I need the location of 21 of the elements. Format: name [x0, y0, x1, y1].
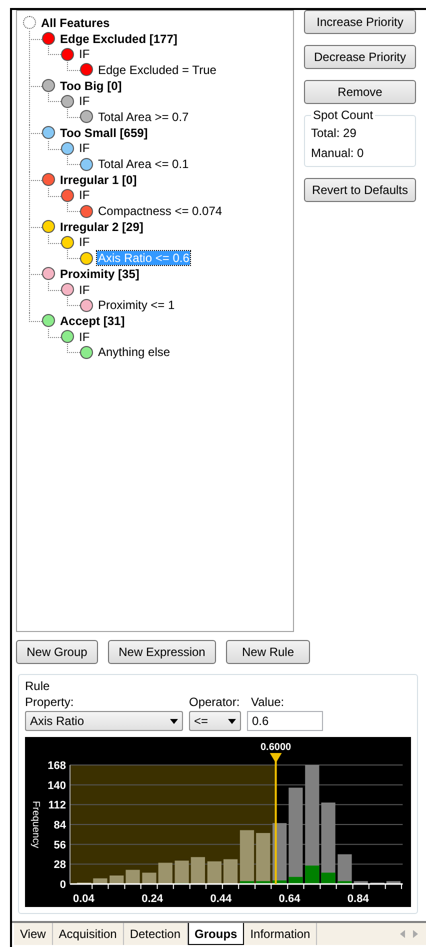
y-tick-label: 168 — [48, 760, 66, 772]
count-label: Total: 29 — [311, 126, 358, 140]
threshold-label: 0.6000 — [260, 742, 292, 753]
x-tick-label: 0.24 — [142, 893, 164, 905]
y-tick-label: 56 — [54, 839, 66, 852]
y-tick-label: 84 — [54, 820, 66, 832]
group-title: Rule — [25, 679, 51, 693]
x-tick-label: 0.44 — [210, 893, 232, 905]
count-label: Manual: 0 — [311, 146, 365, 160]
field-label: Property: — [25, 695, 75, 709]
field-label: Value: — [251, 695, 284, 709]
y-tick-label: 0 — [60, 879, 66, 891]
y-tick-label: 28 — [54, 859, 66, 872]
x-tick-label: 0.64 — [278, 893, 300, 905]
field-label: Operator: — [189, 695, 241, 709]
group-title: Spot Count — [311, 108, 376, 122]
x-tick-label: 0.84 — [347, 893, 369, 905]
x-tick-label: 0.04 — [73, 893, 94, 905]
y-tick-label: 112 — [48, 800, 66, 812]
axis-title: Frequency — [30, 800, 41, 848]
y-tick-label: 140 — [48, 780, 66, 792]
